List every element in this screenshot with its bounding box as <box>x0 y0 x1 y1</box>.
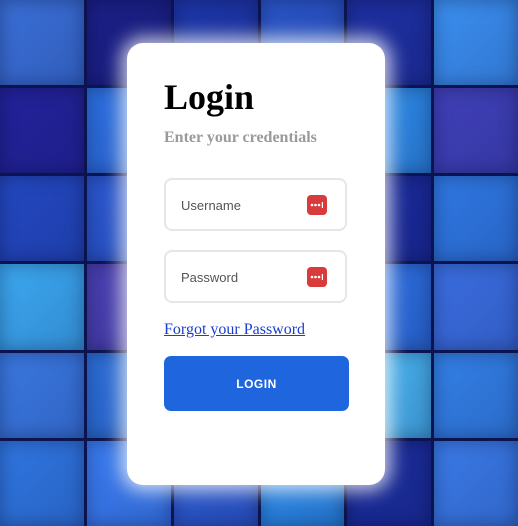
background-tile <box>434 0 518 86</box>
background-tile <box>434 352 518 438</box>
dots-icon <box>310 202 323 208</box>
background-tile <box>0 352 84 438</box>
password-field[interactable] <box>164 250 347 303</box>
background-tile <box>434 440 518 526</box>
username-field[interactable] <box>164 178 347 231</box>
background-tile <box>434 88 518 174</box>
background-tile <box>0 176 84 262</box>
background-tile <box>434 264 518 350</box>
background-tile <box>434 176 518 262</box>
password-manager-icon[interactable] <box>307 267 327 287</box>
background-tile <box>0 0 84 86</box>
background-tile <box>0 440 84 526</box>
username-input[interactable] <box>181 193 301 217</box>
password-input[interactable] <box>181 265 301 289</box>
background-tile <box>0 264 84 350</box>
forgot-password-link[interactable]: Forgot your Password <box>164 321 305 339</box>
login-subtitle: Enter your credentials <box>164 129 317 146</box>
login-button[interactable]: LOGIN <box>164 356 349 411</box>
login-card: Login Enter your credentials Forgot your… <box>127 43 385 485</box>
password-manager-icon[interactable] <box>307 195 327 215</box>
login-title: Login <box>164 77 255 117</box>
dots-icon <box>310 274 323 280</box>
background-tile <box>0 88 84 174</box>
